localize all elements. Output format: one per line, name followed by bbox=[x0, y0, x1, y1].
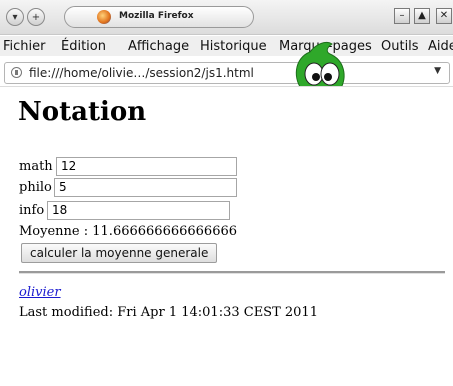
close-icon[interactable]: ✕ bbox=[436, 8, 452, 24]
page-content: Notation math 12 philo 5 info 18 Moyenne… bbox=[0, 86, 453, 386]
minimize-icon[interactable]: – bbox=[394, 8, 410, 24]
info-input[interactable]: 18 bbox=[47, 201, 230, 220]
browser-tab[interactable]: Mozilla Firefox bbox=[64, 6, 254, 28]
page-info-icon[interactable] bbox=[11, 67, 22, 78]
menu-edition[interactable]: Édition bbox=[61, 39, 106, 54]
menu-aide[interactable]: Aide bbox=[428, 39, 453, 54]
page-title: Notation bbox=[18, 97, 147, 127]
info-label: info bbox=[19, 203, 45, 218]
window-titlebar: ▾ + Mozilla Firefox – ▲ ✕ bbox=[0, 0, 453, 35]
window-menu-icon[interactable]: ▾ bbox=[6, 8, 24, 26]
author-link[interactable]: olivier bbox=[19, 285, 61, 300]
average-label: Moyenne : bbox=[19, 224, 93, 239]
compute-average-button[interactable]: calculer la moyenne generale bbox=[21, 243, 218, 263]
menu-fichier[interactable]: Fichier bbox=[3, 39, 46, 54]
divider bbox=[19, 271, 445, 274]
firefox-logo-icon bbox=[97, 10, 111, 24]
menubar: Fichier Édition Affichage Historique Mar… bbox=[0, 36, 453, 56]
new-tab-icon[interactable]: + bbox=[27, 8, 45, 26]
url-bar[interactable]: file:///home/olivie…/session2/js1.html ▼ bbox=[4, 62, 450, 84]
math-input[interactable]: 12 bbox=[56, 157, 237, 176]
philo-label: philo bbox=[19, 180, 52, 195]
philo-input[interactable]: 5 bbox=[54, 178, 237, 197]
url-dropdown-icon[interactable]: ▼ bbox=[434, 66, 441, 76]
url-text[interactable]: file:///home/olivie…/session2/js1.html bbox=[29, 66, 254, 80]
menu-historique[interactable]: Historique bbox=[200, 39, 267, 54]
math-label: math bbox=[19, 159, 53, 174]
menu-outils[interactable]: Outils bbox=[381, 39, 419, 54]
tab-title: Mozilla Firefox bbox=[119, 11, 194, 21]
maximize-icon[interactable]: ▲ bbox=[414, 8, 430, 24]
menu-affichage[interactable]: Affichage bbox=[128, 39, 189, 54]
last-modified: Last modified: Fri Apr 1 14:01:33 CEST 2… bbox=[19, 305, 318, 320]
average-value: 11.666666666666666 bbox=[92, 224, 238, 239]
average-row: Moyenne : 11.666666666666666 bbox=[19, 224, 237, 239]
